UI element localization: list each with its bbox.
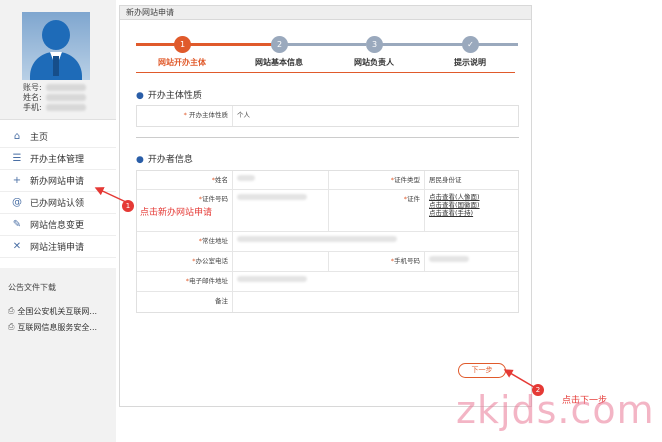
arrow-to-new-website bbox=[94, 187, 127, 203]
annotation-text-1: 点击新办网站申请 bbox=[140, 208, 213, 218]
watermark: zkjds.com bbox=[456, 388, 655, 432]
arrow-to-next-button bbox=[503, 369, 535, 388]
annotation-marker-1: 1 bbox=[122, 200, 134, 212]
annotation-arrows bbox=[94, 187, 535, 388]
